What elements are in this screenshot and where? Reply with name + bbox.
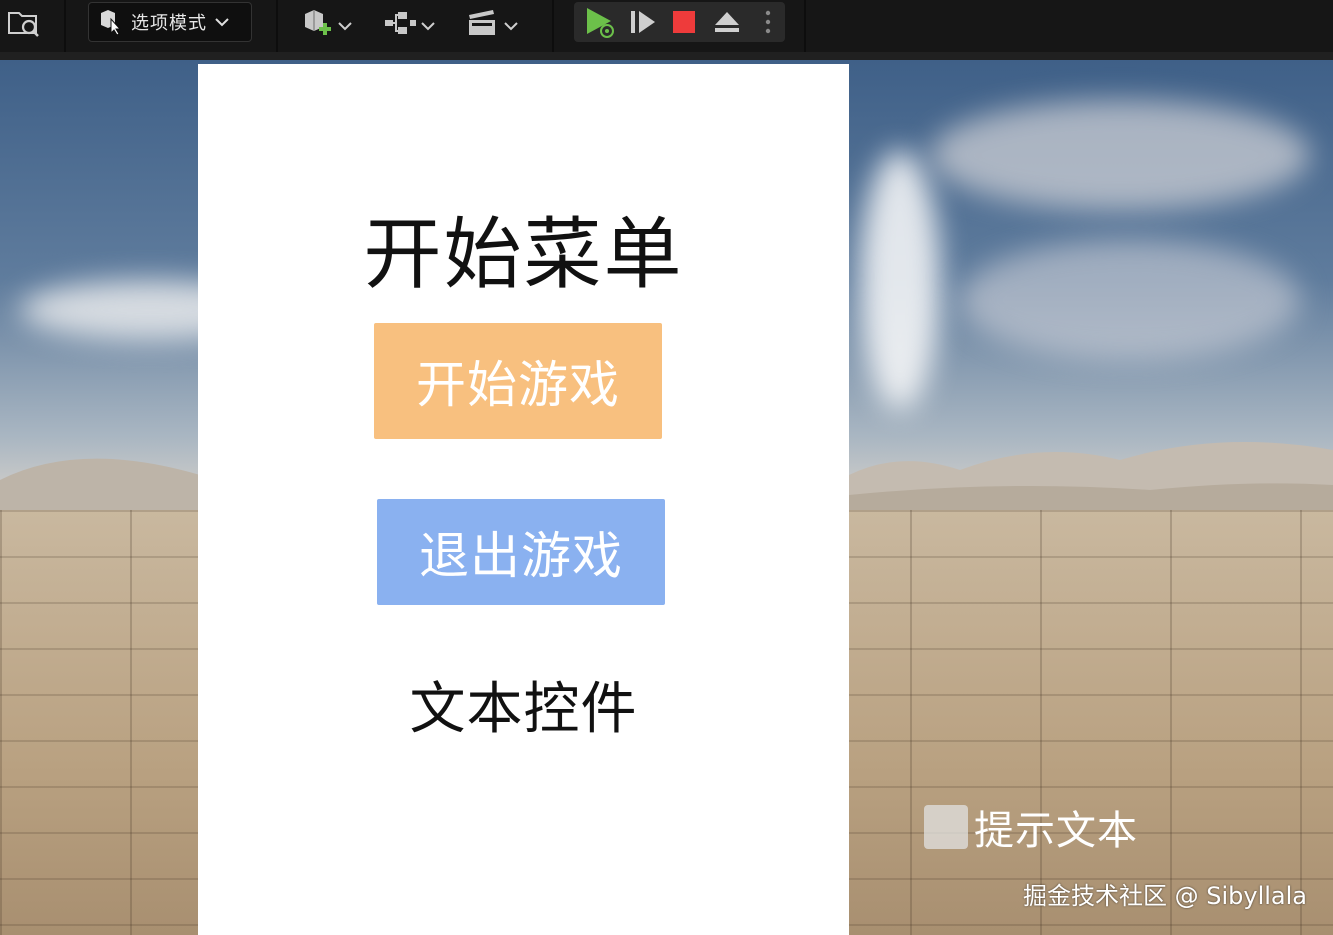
selection-mode-label: 选项模式 bbox=[131, 13, 207, 34]
stop-icon[interactable] bbox=[672, 10, 696, 34]
level-viewport[interactable]: 开始菜单 开始游戏 退出游戏 文本控件 提示文本 掘金技术社区 @ Sibyll… bbox=[0, 60, 1333, 935]
editor-toolbar: 选项模式 bbox=[0, 0, 1333, 53]
frame-advance-icon[interactable] bbox=[628, 8, 658, 36]
eject-icon[interactable] bbox=[712, 8, 742, 36]
selection-mode-dropdown[interactable]: 选项模式 bbox=[88, 2, 252, 42]
more-vertical-icon[interactable] bbox=[760, 8, 776, 36]
folder-search-icon[interactable] bbox=[6, 6, 42, 40]
blueprint-icon[interactable] bbox=[384, 8, 418, 38]
quit-game-button[interactable]: 退出游戏 bbox=[377, 499, 665, 605]
play-controls bbox=[574, 2, 785, 42]
chevron-down-icon[interactable] bbox=[421, 16, 435, 35]
hint-text-widget: 提示文本 bbox=[924, 798, 1138, 856]
watermark: 掘金技术社区 @ Sibyllala bbox=[1022, 882, 1307, 910]
hint-checkbox[interactable] bbox=[924, 805, 968, 849]
start-menu-panel: 开始菜单 开始游戏 退出游戏 文本控件 bbox=[198, 64, 849, 935]
sky-cloud bbox=[860, 150, 940, 410]
toolbar-shadow bbox=[0, 52, 1333, 60]
text-widget: 文本控件 bbox=[409, 677, 638, 742]
chevron-down-icon[interactable] bbox=[504, 16, 518, 35]
hint-label: 提示文本 bbox=[974, 808, 1138, 854]
add-actor-icon[interactable] bbox=[300, 6, 334, 40]
sky-cloud bbox=[960, 240, 1300, 360]
clapperboard-icon[interactable] bbox=[466, 6, 498, 38]
menu-title: 开始菜单 bbox=[363, 210, 684, 300]
select-cursor-icon bbox=[99, 9, 123, 35]
chevron-down-icon[interactable] bbox=[338, 16, 352, 35]
chevron-down-icon bbox=[215, 17, 229, 27]
sky-cloud bbox=[930, 100, 1310, 210]
play-icon[interactable] bbox=[582, 4, 618, 40]
start-game-button[interactable]: 开始游戏 bbox=[374, 323, 662, 439]
